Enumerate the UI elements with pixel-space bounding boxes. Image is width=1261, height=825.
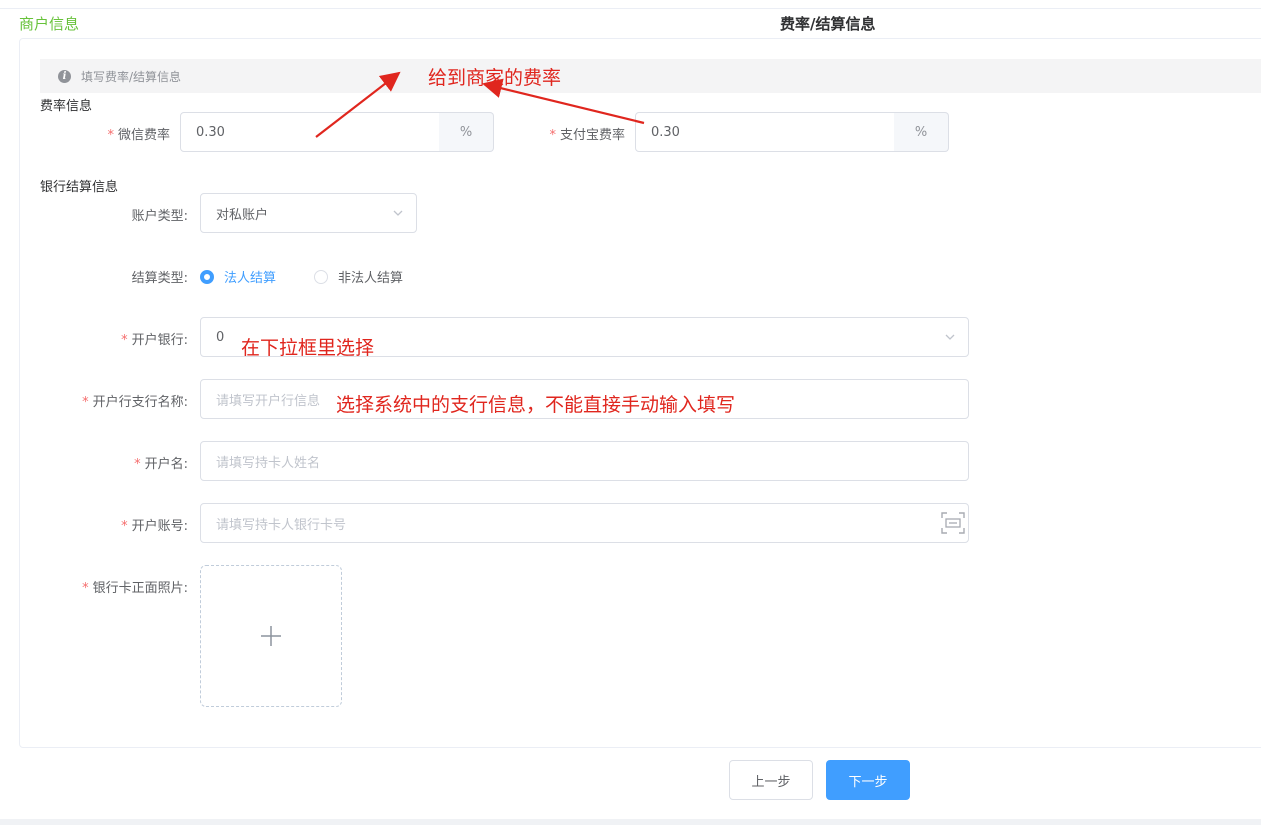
arrow-to-rate-note-left xyxy=(315,71,401,138)
bottom-divider xyxy=(0,819,1261,825)
arrow-to-rate-note-right xyxy=(482,78,645,125)
annotation-arrows xyxy=(315,71,645,138)
